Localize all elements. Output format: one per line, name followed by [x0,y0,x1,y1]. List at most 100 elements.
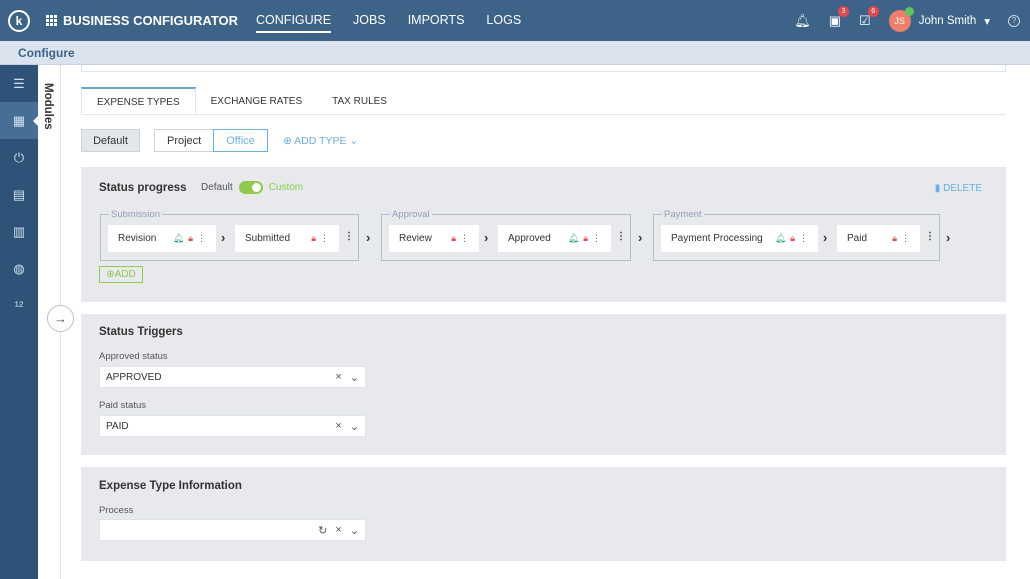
process-select[interactable]: ↻ × ⌄ [99,519,366,541]
expense-type-info-title: Expense Type Information [99,480,242,492]
status-triggers-section: Status Triggers Approved status APPROVED… [81,314,1006,455]
status-card-approved[interactable]: Approved 🔔︎ 🔒︎ ⋮ [498,225,611,252]
group-label: Submission [109,209,163,220]
top-strip [81,65,1006,72]
type-office[interactable]: Office [213,129,268,152]
custom-toggle[interactable] [238,181,263,194]
default-type-button[interactable]: Default [81,129,140,152]
chevron-down-icon[interactable]: ⌄ [350,371,359,384]
help-icon[interactable]: ? [1008,14,1020,27]
lock-icon[interactable]: 🔒︎ [790,233,795,244]
avatar: JS [888,6,914,32]
tab-expense-types[interactable]: EXPENSE TYPES [81,87,196,115]
lock-icon[interactable]: 🔒︎ [583,233,588,244]
paid-status-select[interactable]: PAID × ⌄ [99,415,366,437]
top-right-tools: 🔔︎ ▣ 3 ☑ 6 JS John Smith ▾ ? [794,0,1020,41]
group-label: Approval [390,209,432,220]
modules-icon[interactable]: ▦ [0,102,39,139]
app-logo[interactable]: k [8,9,30,32]
lock-icon[interactable]: 🔒︎ [311,233,316,244]
bell-icon[interactable]: 🔔︎ [173,233,184,244]
default-custom-toggle-row: Default Custom [201,181,303,194]
more-icon[interactable]: ⋮ [799,233,808,244]
more-icon[interactable]: ⋮ [320,233,329,244]
status-name: Submitted [245,233,291,244]
expand-arrow-icon[interactable]: → [47,305,74,332]
lock-icon[interactable]: 🔒︎ [892,233,897,244]
breadcrumb-configure[interactable]: Configure [18,46,75,60]
status-card-review[interactable]: Review 🔒︎ ⋮ [389,225,479,252]
nav-imports[interactable]: IMPORTS [408,9,465,33]
main-nav: CONFIGURE JOBS IMPORTS LOGS [256,9,521,33]
paid-status-value: PAID [106,420,129,432]
more-icon[interactable]: ⋮ [592,233,601,244]
nav-logs[interactable]: LOGS [486,9,521,33]
add-type-button[interactable]: ⊕ ADD TYPE ⌄ [283,135,358,147]
tasks-badge: 6 [867,5,879,17]
status-card-payment-processing[interactable]: Payment Processing 🔔︎ 🔒︎ ⋮ [661,225,818,252]
status-progress-title: Status progress [99,182,187,194]
globe-icon[interactable]: ◍ [0,250,38,287]
left-sidebar: ☰ ▦ ⏻ ▤ ▥ ◍ ¹² [0,65,39,579]
more-icon[interactable]: ⋮ [197,233,206,244]
delete-button[interactable]: ▮ DELETE [935,183,982,194]
chevron-right-icon: › [638,230,643,245]
user-menu[interactable]: JS John Smith ▾ [888,6,990,32]
type-project[interactable]: Project [155,130,213,151]
status-card-submitted[interactable]: Submitted 🔒︎ ⋮ [235,225,339,252]
status-group-submission: Submission Revision 🔔︎ 🔒︎ ⋮ › Submitted 🔒︎… [100,209,359,261]
approved-status-value: APPROVED [106,371,162,383]
nav-jobs[interactable]: JOBS [353,9,386,33]
approved-status-label: Approved status [99,351,168,362]
process-label: Process [99,505,134,516]
trash-icon: ▮ [934,183,941,194]
lock-icon[interactable]: 🔒︎ [451,233,456,244]
refresh-icon[interactable]: ↻ [318,524,327,537]
notifications-bell-icon[interactable]: 🔔︎ [794,13,811,29]
tab-tax-rules[interactable]: TAX RULES [317,87,402,115]
chevron-down-icon[interactable]: ⌄ [350,420,359,433]
tab-divider [81,114,1006,115]
bell-icon[interactable]: 🔔︎ [568,233,579,244]
apps-grid-icon [46,15,57,26]
calendar-badge: 3 [838,5,850,17]
menu-icon[interactable]: ☰ [0,65,38,102]
document-icon[interactable]: ▥ [0,213,38,250]
status-card-revision[interactable]: Revision 🔔︎ 🔒︎ ⋮ [108,225,216,252]
bell-icon[interactable]: 🔔︎ [775,233,786,244]
app-title[interactable]: BUSINESS CONFIGURATOR [46,13,238,28]
group-more-icon[interactable]: ⋮ [616,231,626,242]
more-icon[interactable]: ⋮ [901,233,910,244]
modules-label[interactable]: Modules [42,83,54,130]
status-name: Approved [508,233,551,244]
clear-icon[interactable]: × [335,420,341,433]
status-triggers-title: Status Triggers [99,326,183,338]
type-segmented-control: Project Office [154,129,268,152]
nav-configure[interactable]: CONFIGURE [256,9,332,33]
chevron-down-icon: ▾ [984,15,990,28]
clear-icon[interactable]: × [335,371,341,384]
breadcrumb: Configure [0,41,1030,65]
clipboard-icon[interactable]: ▤ [0,176,38,213]
more-icon[interactable]: ⋮ [460,233,469,244]
plugin-icon[interactable]: ⏻ [0,139,38,176]
status-card-paid[interactable]: Paid 🔒︎ ⋮ [837,225,920,252]
top-bar: k BUSINESS CONFIGURATOR CONFIGURE JOBS I… [0,0,1030,41]
group-label: Payment [662,209,704,220]
custom-label: Custom [268,182,304,193]
clear-icon[interactable]: × [335,524,341,537]
tab-exchange-rates[interactable]: EXCHANGE RATES [195,87,318,115]
status-group-payment: Payment Payment Processing 🔔︎ 🔒︎ ⋮ › Paid … [653,209,940,261]
tasks-icon[interactable]: ☑ 6 [859,5,879,29]
default-label: Default [201,182,233,193]
chevron-down-icon[interactable]: ⌄ [350,524,359,537]
chevron-right-icon: › [946,230,951,245]
status-name: Paid [847,233,868,244]
group-more-icon[interactable]: ⋮ [344,231,354,242]
calendar-icon[interactable]: ▣ 3 [829,5,850,29]
lock-icon[interactable]: 🔒︎ [188,233,193,244]
approved-status-select[interactable]: APPROVED × ⌄ [99,366,366,388]
numbering-icon[interactable]: ¹² [0,287,38,324]
group-more-icon[interactable]: ⋮ [925,231,935,242]
add-status-button[interactable]: ⊕ ADD [99,266,143,283]
